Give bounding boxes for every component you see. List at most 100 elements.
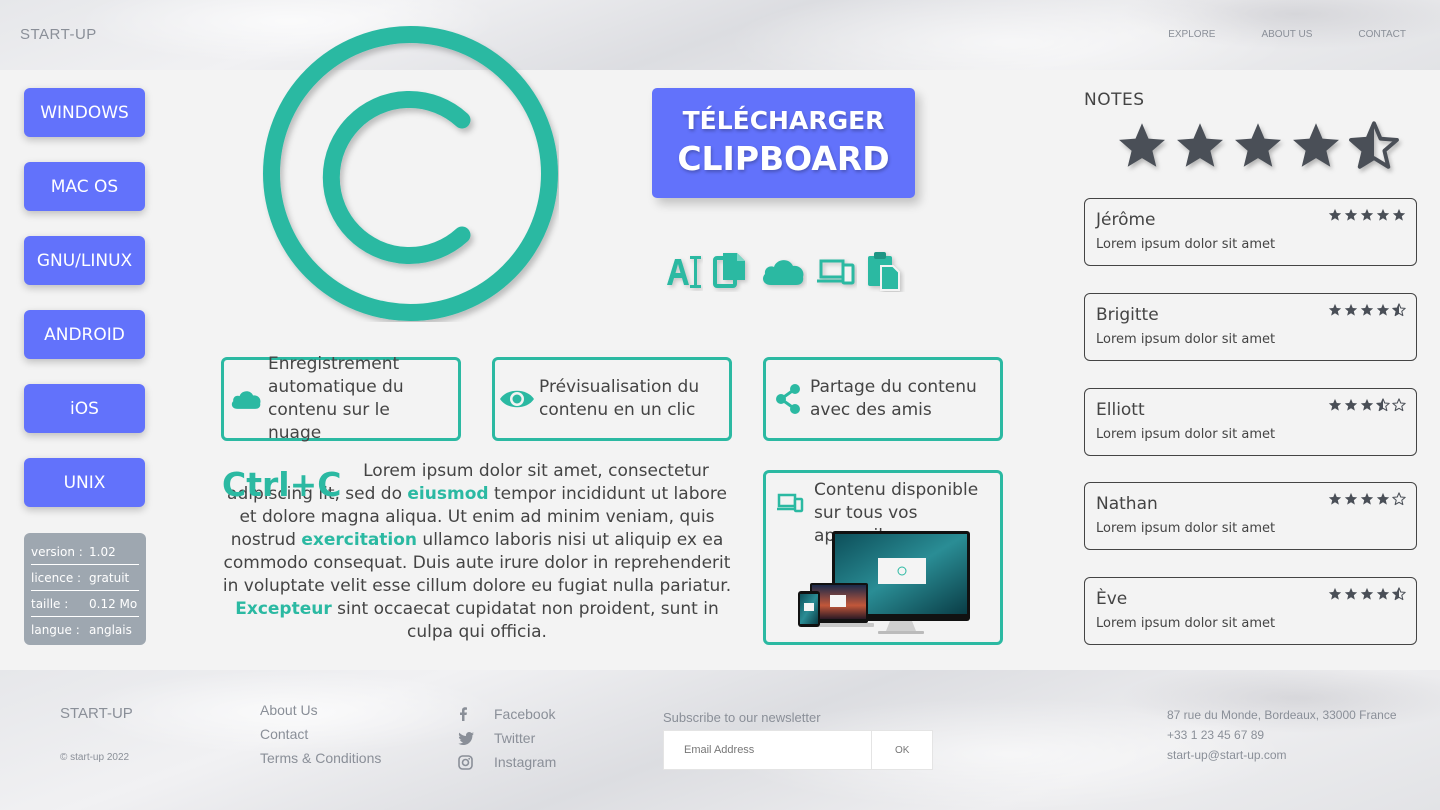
footer-address: 87 rue du Monde, Bordeaux, 33000 France [1167, 708, 1397, 722]
nav-explore[interactable]: EXPLORE [1168, 29, 1215, 40]
unix-button[interactable]: UNIX [24, 458, 145, 507]
review-text: Lorem ipsum dolor sit amet [1096, 616, 1276, 631]
footer-contact: 87 rue du Monde, Bordeaux, 33000 France … [1167, 705, 1397, 765]
star-full-icon [1376, 208, 1390, 222]
info-size: taille :0.12 Mo [31, 591, 139, 617]
brand-logo-text[interactable]: START-UP [20, 26, 97, 43]
top-nav: EXPLORE ABOUT US CONTACT [1168, 29, 1406, 40]
star-full-icon [1116, 120, 1168, 172]
top-header: START-UP EXPLORE ABOUT US CONTACT [0, 0, 1440, 70]
footer-link-terms[interactable]: Terms & Conditions [260, 750, 381, 774]
ctrl-c-section: Ctrl+C Lorem ipsum dolor sit amet, conse… [222, 460, 732, 644]
star-half-icon [1392, 587, 1406, 601]
review-text: Lorem ipsum dolor sit amet [1096, 237, 1276, 252]
feature-share: Partage du contenu avec des amis [763, 357, 1003, 441]
ctrl-c-title: Ctrl+C [222, 465, 342, 504]
star-full-icon [1328, 208, 1342, 222]
feature-cloud-save: Enregistrement automatique du contenu su… [221, 354, 461, 443]
share-icon [766, 384, 810, 414]
download-line1: TÉLÉCHARGER [682, 106, 885, 135]
newsletter-form: OK [663, 730, 933, 770]
review-card: Ève Lorem ipsum dolor sit amet [1084, 577, 1417, 645]
gnu-linux-button[interactable]: GNU/LINUX [24, 236, 145, 285]
star-full-icon [1344, 303, 1358, 317]
star-full-icon [1392, 208, 1406, 222]
devices-icon [817, 259, 855, 285]
star-full-icon [1344, 208, 1358, 222]
review-card: Nathan Lorem ipsum dolor sit amet [1084, 482, 1417, 550]
star-full-icon [1376, 492, 1390, 506]
software-info-box: version :1.02 licence : gratuit taille :0… [24, 533, 146, 645]
star-half-icon [1376, 398, 1390, 412]
review-text: Lorem ipsum dolor sit amet [1096, 332, 1276, 347]
star-full-icon [1360, 587, 1374, 601]
star-empty-icon [1392, 492, 1406, 506]
star-full-icon [1174, 120, 1226, 172]
star-full-icon [1344, 492, 1358, 506]
review-rating-stars [1328, 398, 1406, 412]
review-author: Ève [1096, 589, 1128, 609]
info-language: langue : anglais [31, 623, 132, 637]
star-full-icon [1328, 587, 1342, 601]
footer-email[interactable]: start-up@start-up.com [1167, 745, 1397, 765]
review-author: Elliott [1096, 400, 1145, 420]
review-card: Elliott Lorem ipsum dolor sit amet [1084, 388, 1417, 456]
copyright-logo-icon [263, 26, 558, 321]
footer-links: About Us Contact Terms & Conditions [260, 702, 381, 774]
ios-button[interactable]: iOS [24, 384, 145, 433]
eye-icon [495, 387, 539, 411]
review-card: Jérôme Lorem ipsum dolor sit amet [1084, 198, 1417, 266]
info-version: version :1.02 [31, 539, 139, 565]
facebook-icon [458, 707, 494, 721]
nav-about-us[interactable]: ABOUT US [1261, 29, 1312, 40]
cloud-icon [763, 260, 804, 285]
star-full-icon [1232, 120, 1284, 172]
star-full-icon [1376, 587, 1390, 601]
footer-link-about[interactable]: About Us [260, 702, 381, 726]
social-twitter[interactable]: Twitter [458, 726, 556, 750]
star-full-icon [1328, 303, 1342, 317]
star-empty-icon [1392, 398, 1406, 412]
feature-icon-row [665, 250, 905, 292]
star-full-icon [1328, 492, 1342, 506]
cloud-icon [224, 386, 268, 412]
review-author: Nathan [1096, 494, 1158, 514]
star-full-icon [1328, 398, 1342, 412]
macos-button[interactable]: MAC OS [24, 162, 145, 211]
android-button[interactable]: ANDROID [24, 310, 145, 359]
devices-mockup-image [798, 531, 970, 634]
star-full-icon [1360, 398, 1374, 412]
star-full-icon [1360, 208, 1374, 222]
review-text: Lorem ipsum dolor sit amet [1096, 427, 1276, 442]
feature-devices: Contenu disponible sur tous vos appareil… [763, 470, 1003, 645]
star-half-icon [1392, 303, 1406, 317]
newsletter-title: Subscribe to our newsletter [663, 710, 821, 725]
review-card: Brigitte Lorem ipsum dolor sit amet [1084, 293, 1417, 361]
social-instagram[interactable]: Instagram [458, 750, 556, 774]
footer: START-UP © start-up 2022 About Us Contac… [0, 670, 1440, 810]
newsletter-ok-button[interactable]: OK [871, 731, 932, 769]
review-author: Brigitte [1096, 305, 1159, 325]
nav-contact[interactable]: CONTACT [1358, 29, 1406, 40]
footer-social: Facebook Twitter Instagram [458, 702, 556, 774]
download-line2: CLIPBOARD [677, 139, 890, 178]
review-rating-stars [1328, 492, 1406, 506]
star-full-icon [1344, 587, 1358, 601]
footer-phone[interactable]: +33 1 23 45 67 89 [1167, 725, 1397, 745]
copy-icon [713, 253, 745, 288]
star-full-icon [1290, 120, 1342, 172]
windows-button[interactable]: WINDOWS [24, 88, 145, 137]
paste-icon [868, 252, 900, 291]
download-button[interactable]: TÉLÉCHARGER CLIPBOARD [652, 88, 915, 198]
newsletter-email-input[interactable] [664, 731, 872, 769]
info-licence: licence : gratuit [31, 565, 139, 591]
review-rating-stars [1328, 303, 1406, 317]
footer-brand[interactable]: START-UP [60, 705, 133, 722]
footer-copyright: © start-up 2022 [60, 752, 130, 763]
review-rating-stars [1328, 208, 1406, 222]
social-facebook[interactable]: Facebook [458, 702, 556, 726]
os-button-list: WINDOWS MAC OS GNU/LINUX ANDROID iOS UNI… [24, 88, 146, 532]
text-cursor-icon [667, 256, 701, 288]
footer-link-contact[interactable]: Contact [260, 726, 381, 750]
overall-rating-stars [1116, 120, 1400, 172]
